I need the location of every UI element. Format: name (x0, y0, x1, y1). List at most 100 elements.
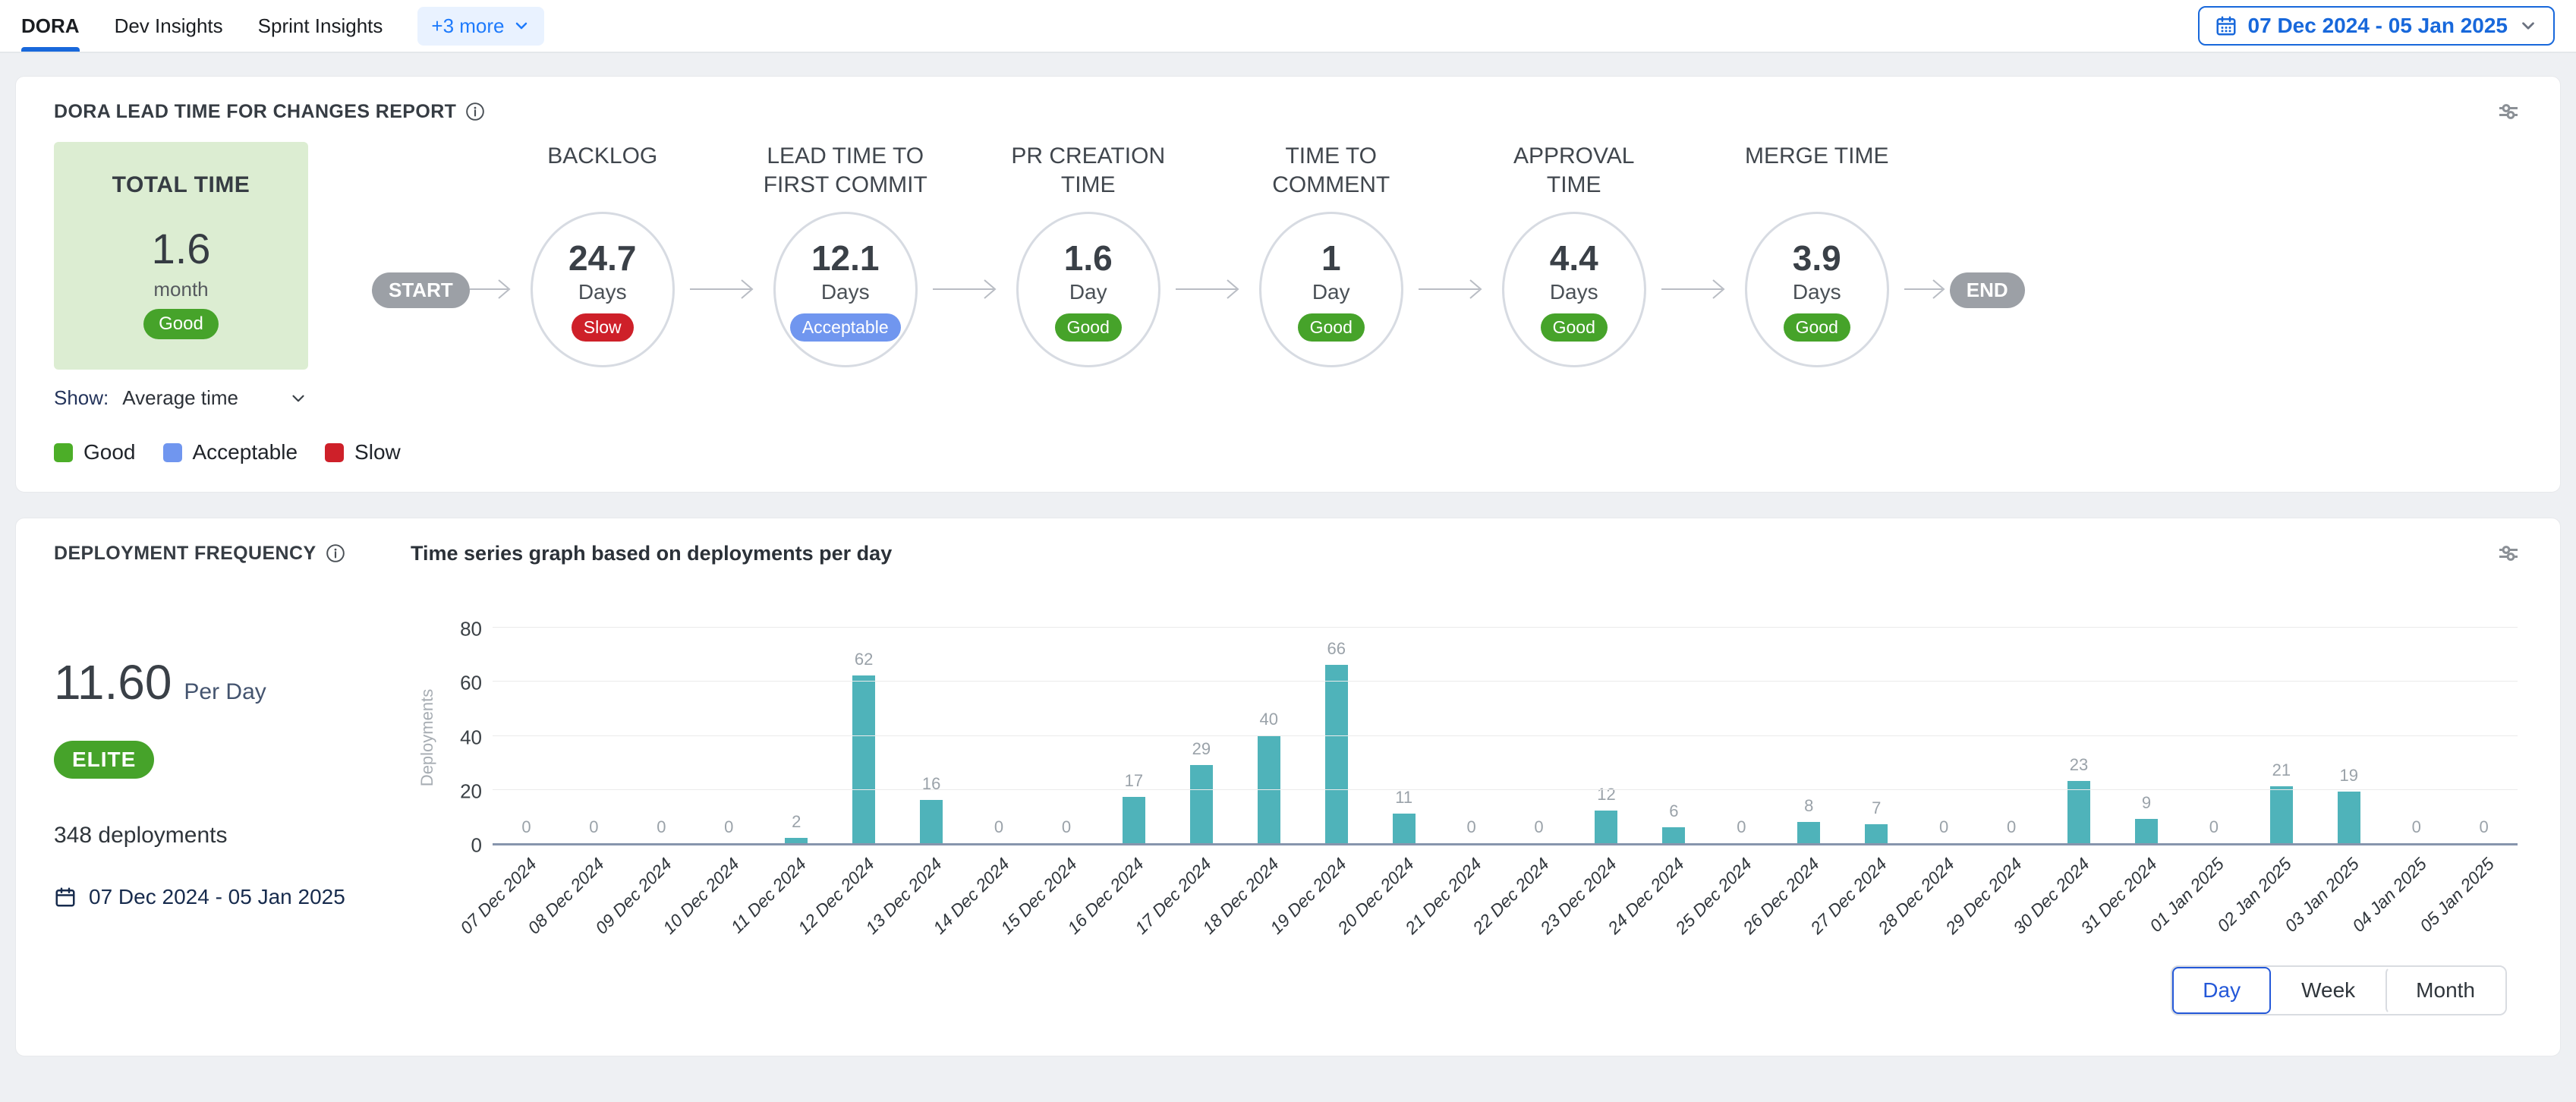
stage-label: LEAD TIME TO FIRST COMMIT (758, 142, 933, 212)
bar-value-label: 0 (2209, 817, 2219, 837)
bar-value-label: 2 (792, 812, 801, 832)
y-tick-label: 80 (460, 618, 482, 641)
legend-item-acceptable: Acceptable (163, 440, 298, 464)
deployment-bar[interactable] (1797, 822, 1820, 844)
stage-label: PR CREATION TIME (1001, 142, 1176, 212)
bar-value-label: 0 (994, 817, 1003, 837)
chart-column: 015 Dec 2024 (1033, 629, 1101, 843)
stage-unit: Days (578, 280, 627, 304)
stage-value: 12.1 (811, 238, 880, 279)
chart-column: 2917 Dec 2024 (1167, 629, 1235, 843)
deployment-bar[interactable] (785, 838, 808, 843)
tab-sprint-insights[interactable]: Sprint Insights (258, 0, 383, 52)
deployment-bar[interactable] (1123, 797, 1145, 843)
toggle-week-button[interactable]: Week (2271, 967, 2385, 1014)
bar-value-label: 17 (1125, 771, 1143, 791)
flow-arrow-icon (690, 274, 758, 304)
chart-column: 1903 Jan 2025 (2315, 629, 2382, 843)
deployment-bar[interactable] (852, 675, 875, 843)
bar-value-label: 0 (1939, 817, 1948, 837)
stage-circle: 1.6DayGood (1016, 212, 1160, 367)
top-navigation-bar: DORADev InsightsSprint Insights +3 more … (0, 0, 2576, 53)
bar-value-label: 0 (657, 817, 666, 837)
gridline (493, 735, 2518, 736)
deployment-bar[interactable] (1190, 765, 1213, 843)
tab-dev-insights[interactable]: Dev Insights (115, 0, 223, 52)
toggle-day-button[interactable]: Day (2172, 967, 2271, 1014)
tab-dora[interactable]: DORA (21, 0, 80, 52)
lead-time-card-title: DORA LEAD TIME FOR CHANGES REPORT (54, 101, 456, 123)
bar-value-label: 12 (1597, 785, 1615, 804)
deployment-bar[interactable] (1393, 814, 1416, 843)
info-icon[interactable] (465, 102, 485, 121)
show-value: Average time (122, 386, 238, 410)
chart-column: 624 Dec 2024 (1640, 629, 1708, 843)
chart-column: 1120 Dec 2024 (1370, 629, 1438, 843)
bar-value-label: 0 (2007, 817, 2016, 837)
total-time-status-badge: Good (143, 309, 219, 339)
deployment-bar[interactable] (1325, 665, 1348, 843)
chart-column: 1613 Dec 2024 (898, 629, 965, 843)
deployment-bar[interactable] (2135, 819, 2158, 843)
bar-value-label: 16 (922, 774, 940, 794)
deployment-bar[interactable] (2270, 786, 2293, 843)
info-icon[interactable] (326, 543, 345, 563)
chart-column: 029 Dec 2024 (1978, 629, 2045, 843)
bar-value-label: 9 (2142, 793, 2151, 813)
bar-value-label: 19 (2340, 766, 2358, 786)
stage-status-badge: Good (1784, 313, 1850, 342)
flow-arrow-icon (933, 274, 1001, 304)
chart-column: 005 Jan 2025 (2450, 629, 2518, 843)
total-time-box: TOTAL TIME 1.6 month Good (54, 142, 308, 370)
flow-arrow-icon (470, 274, 515, 304)
deployment-bar[interactable] (1865, 824, 1888, 843)
sliders-icon[interactable] (2495, 98, 2522, 125)
chart-column: 727 Dec 2024 (1843, 629, 1910, 843)
chart-column: 6619 Dec 2024 (1302, 629, 1370, 843)
chart-column: 931 Dec 2024 (2113, 629, 2181, 843)
show-metric-dropdown[interactable]: Show: Average time (54, 386, 308, 410)
gridline (493, 789, 2518, 790)
flow-arrow-icon (1176, 274, 1244, 304)
stage-unit: Days (1793, 280, 1841, 304)
y-tick-label: 0 (471, 834, 482, 858)
pipeline-end-pill: END (1950, 272, 2025, 308)
bar-value-label: 0 (1062, 817, 1071, 837)
deployment-bar[interactable] (2067, 781, 2090, 843)
bar-value-label: 62 (855, 650, 873, 669)
lead-time-card: DORA LEAD TIME FOR CHANGES REPORT TOTAL … (15, 76, 2561, 493)
bar-value-label: 66 (1327, 639, 1345, 659)
elite-tier-badge: ELITE (54, 741, 154, 779)
chart-column: 028 Dec 2024 (1910, 629, 1978, 843)
date-range-picker[interactable]: 07 Dec 2024 - 05 Jan 2025 (2198, 6, 2555, 46)
total-time-unit: month (153, 278, 208, 301)
deployment-bar[interactable] (1595, 811, 1617, 843)
chart-column: 1716 Dec 2024 (1100, 629, 1167, 843)
legend-label: Slow (354, 440, 401, 464)
bar-value-label: 11 (1395, 788, 1412, 808)
flow-arrow-icon (1904, 274, 1950, 304)
pipeline-stage: MERGE TIME3.9DaysGood (1730, 142, 1904, 367)
bar-value-label: 0 (724, 817, 733, 837)
deployment-bar[interactable] (1662, 827, 1685, 843)
more-tabs-button[interactable]: +3 more (417, 7, 543, 46)
stage-label: APPROVAL TIME (1487, 142, 1661, 212)
granularity-toggle: DayWeekMonth (2171, 965, 2507, 1015)
toggle-month-button[interactable]: Month (2385, 967, 2505, 1014)
flow-arrow-icon (1419, 274, 1487, 304)
sliders-icon[interactable] (2495, 540, 2522, 567)
total-time-label: TOTAL TIME (112, 172, 250, 198)
bar-value-label: 0 (2412, 817, 2421, 837)
deployments-bar-chart: Deployments 020406080 007 Dec 2024008 De… (411, 629, 2518, 845)
gridline (493, 681, 2518, 682)
deployment-bar[interactable] (2338, 792, 2360, 843)
bar-value-label: 7 (1872, 798, 1881, 818)
lead-time-pipeline: START BACKLOG24.7DaysSlow LEAD TIME TO FIR… (372, 142, 2025, 410)
stage-status-badge: Acceptable (790, 313, 901, 342)
pipeline-stage: BACKLOG24.7DaysSlow (515, 142, 690, 367)
flow-arrow-icon (1661, 274, 1730, 304)
pipeline-start-pill: START (372, 272, 470, 308)
chart-column: 001 Jan 2025 (2180, 629, 2247, 843)
legend-swatch (325, 443, 344, 462)
deployment-bar[interactable] (920, 800, 943, 843)
